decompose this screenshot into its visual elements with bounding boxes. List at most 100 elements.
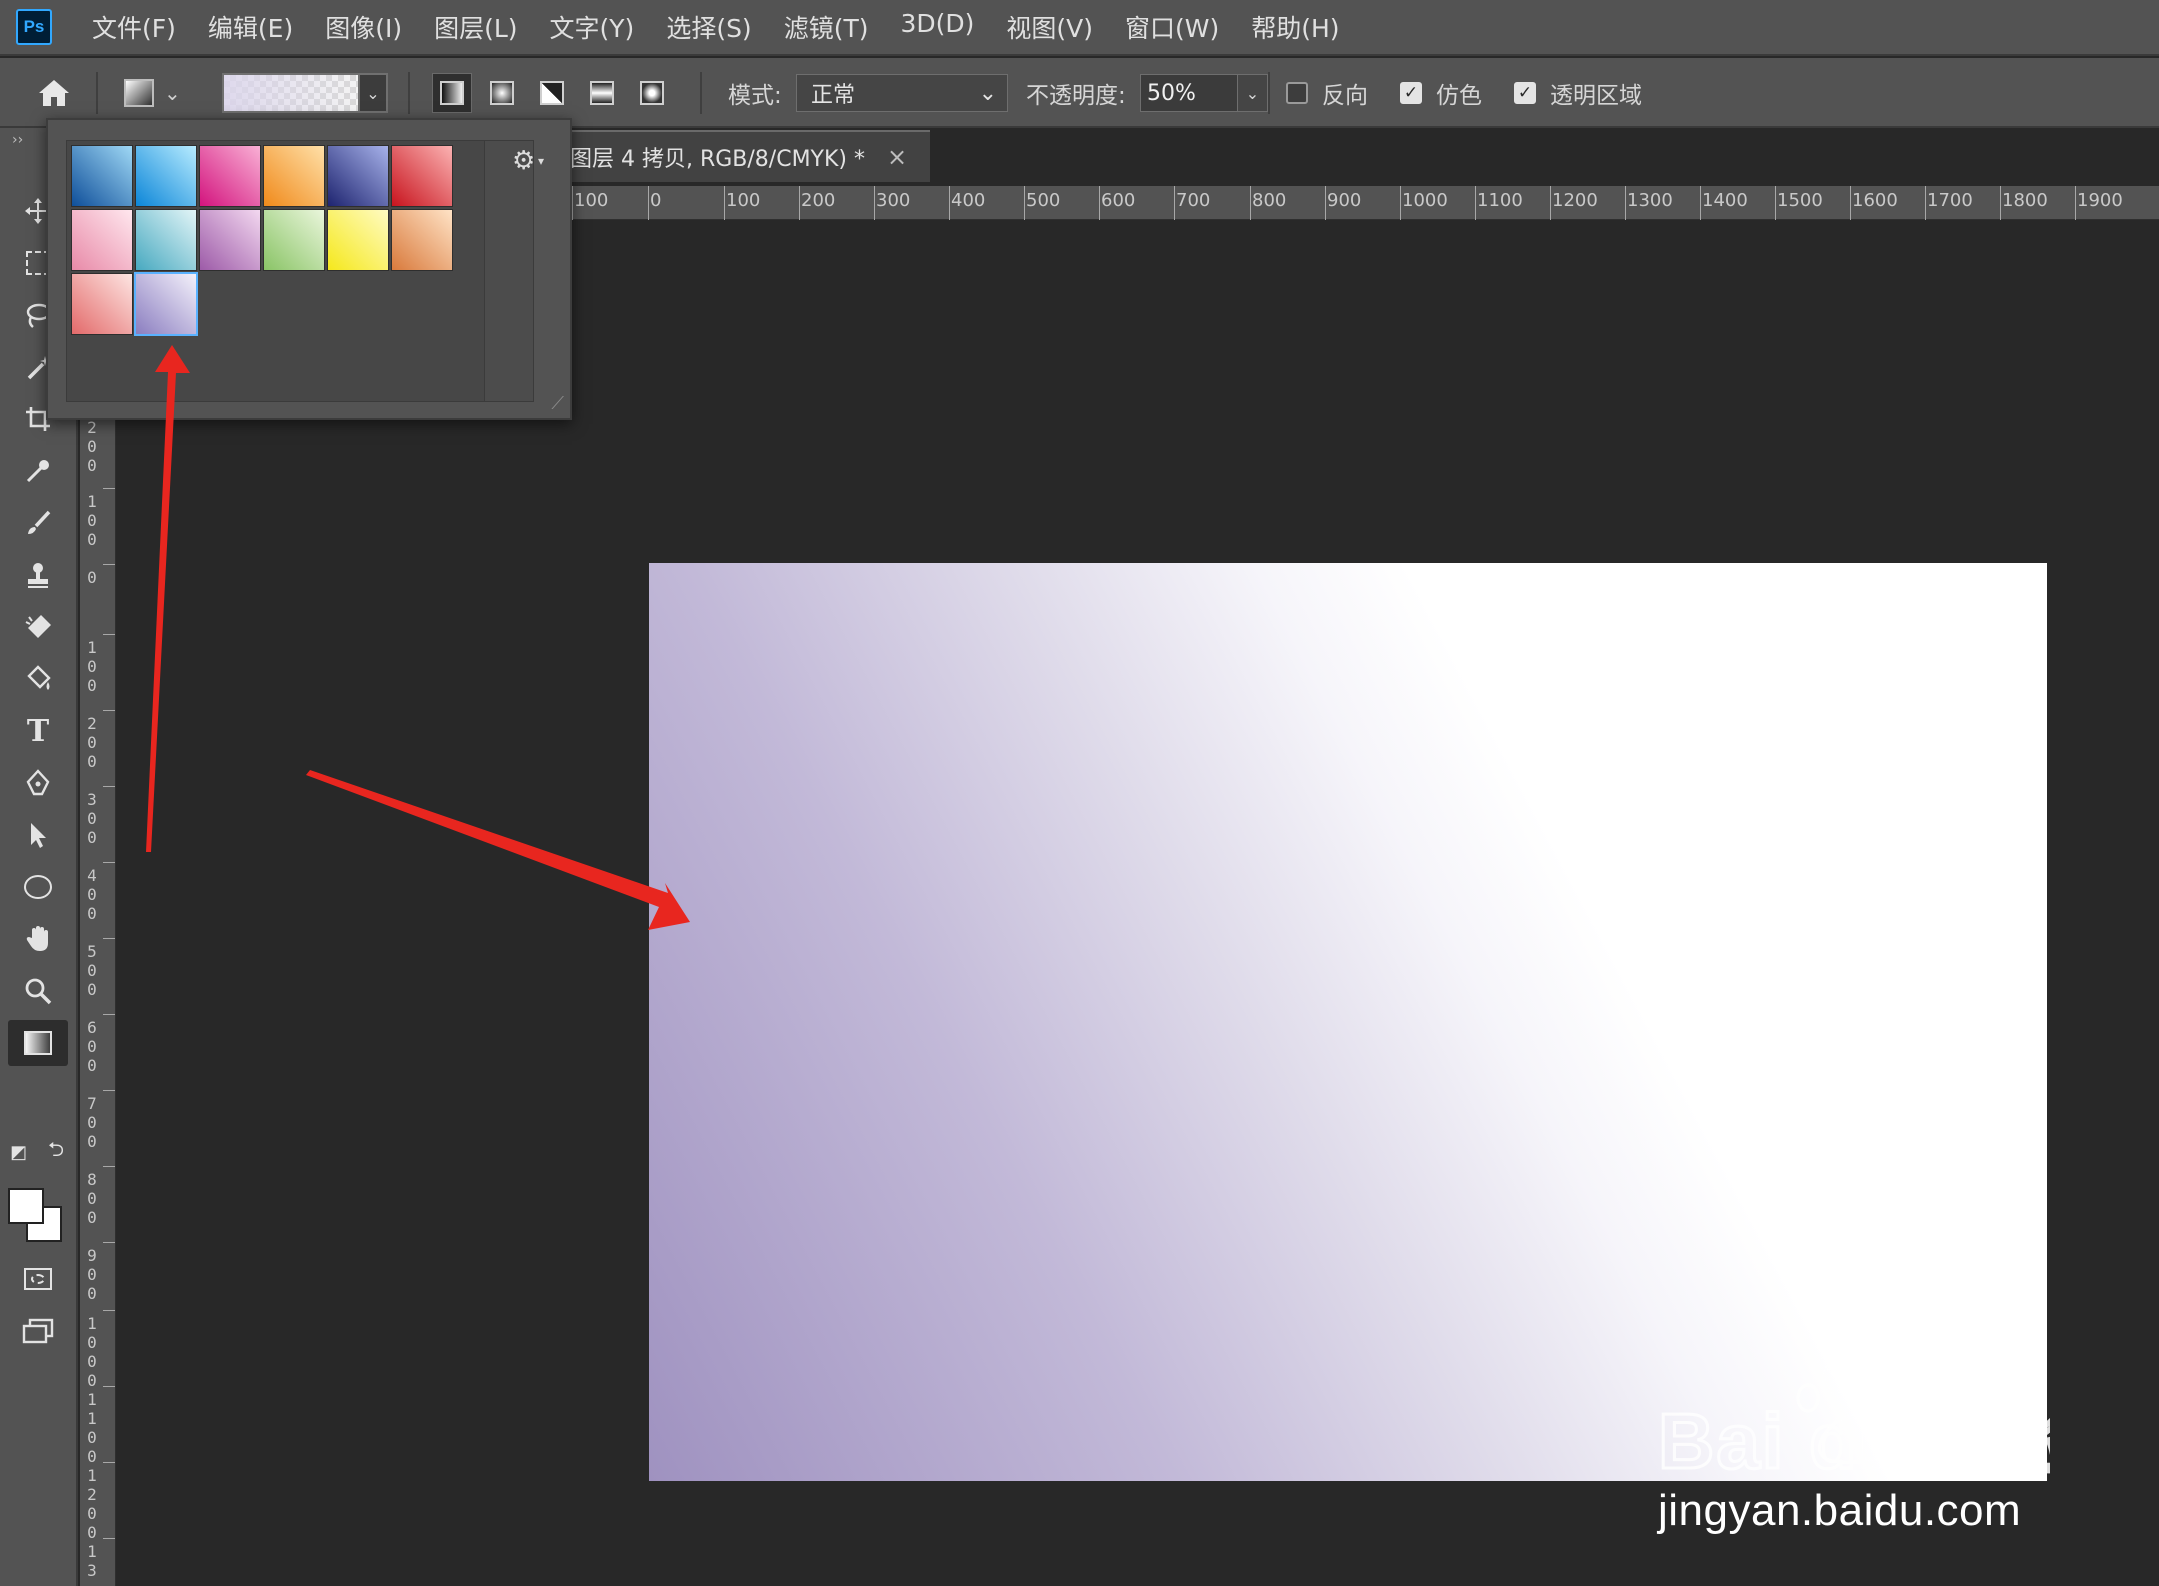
- photoshop-window: { "app": { "logo_text": "Ps" }, "menu": …: [0, 0, 2159, 1586]
- gradient-preset-purple[interactable]: [199, 209, 261, 271]
- gradient-preset-red[interactable]: [391, 145, 453, 207]
- gradient-preview[interactable]: [222, 73, 360, 113]
- paint-bucket-tool[interactable]: [8, 656, 68, 702]
- ruler-label: 1500: [1777, 190, 1823, 211]
- linear-gradient-button[interactable]: [432, 73, 472, 113]
- swap-colors-icon: ⮌: [47, 1137, 64, 1161]
- photoshop-logo[interactable]: Ps: [16, 9, 52, 45]
- clone-stamp-tool[interactable]: [8, 552, 68, 598]
- menu-help[interactable]: 帮助(H): [1251, 9, 1339, 45]
- ruler-label: 100: [87, 492, 97, 549]
- hand-tool[interactable]: [8, 916, 68, 962]
- ruler-tick: [103, 1166, 115, 1167]
- document-tab[interactable]: 图层 4 拷贝, RGB/8/CMYK) * ×: [570, 130, 930, 182]
- eyedropper-tool[interactable]: [8, 448, 68, 494]
- gradient-preset-copper[interactable]: [391, 209, 453, 271]
- ruler-label: 1900: [2077, 190, 2123, 211]
- menu-select[interactable]: 选择(S): [666, 9, 751, 45]
- reflected-gradient-button[interactable]: [582, 73, 622, 113]
- gradient-preset-navy[interactable]: [327, 145, 389, 207]
- gradient-tool[interactable]: [8, 1020, 68, 1066]
- ruler-label: 1600: [1852, 190, 1898, 211]
- resize-grip-icon[interactable]: ⟋: [551, 393, 564, 414]
- menu-type[interactable]: 文字(Y): [550, 9, 635, 45]
- gradient-preset-green[interactable]: [263, 209, 325, 271]
- transparency-option[interactable]: ✓ 透明区域: [1514, 58, 1642, 128]
- ellipse-tool[interactable]: [8, 864, 68, 910]
- gradient-preset-blue[interactable]: [71, 145, 133, 207]
- ruler-label: 100: [726, 190, 761, 211]
- gradient-preset-coral[interactable]: [71, 273, 133, 335]
- reverse-option[interactable]: 反向: [1286, 58, 1368, 128]
- ruler-label: 100: [574, 190, 609, 211]
- gradient-preset-yellow[interactable]: [327, 209, 389, 271]
- opacity-value: 50%: [1147, 80, 1196, 106]
- zoom-tool[interactable]: [8, 968, 68, 1014]
- dither-option[interactable]: ✓ 仿色: [1400, 58, 1482, 128]
- angle-gradient-button[interactable]: [532, 73, 572, 113]
- ruler-tick: [1625, 186, 1626, 220]
- watermark-url: jingyan.baidu.com: [1658, 1486, 2022, 1535]
- gradient-preset-magenta[interactable]: [199, 145, 261, 207]
- close-icon[interactable]: ×: [887, 143, 907, 171]
- chevron-down-icon: ⌄: [978, 80, 997, 106]
- menu-window[interactable]: 窗口(W): [1125, 9, 1219, 45]
- ruler-tick: [648, 186, 649, 220]
- ruler-tick: [1250, 186, 1251, 220]
- ruler-label: 700: [87, 1094, 97, 1151]
- swatch-scrollbar[interactable]: [484, 140, 534, 402]
- gradient-preset-pink[interactable]: [71, 209, 133, 271]
- ruler-label: 0: [87, 568, 97, 587]
- ruler-label: 900: [87, 1246, 97, 1303]
- ruler-label: 1200: [1552, 190, 1598, 211]
- menu-3d[interactable]: 3D(D): [900, 9, 974, 45]
- brush-icon: [28, 510, 51, 534]
- ruler-label: 1300: [1627, 190, 1673, 211]
- screen-mode-button[interactable]: [8, 1308, 68, 1354]
- reverse-checkbox[interactable]: [1286, 82, 1308, 104]
- arrow-pointer-icon: [31, 823, 46, 848]
- ruler-tick: [949, 186, 950, 220]
- menu-file[interactable]: 文件(F): [92, 9, 176, 45]
- radial-gradient-icon: [490, 81, 514, 105]
- ellipse-icon: [24, 875, 52, 899]
- gradient-picker-toggle[interactable]: ⌄: [360, 73, 388, 113]
- gradient-preset-lavender[interactable]: [134, 272, 198, 336]
- menu-layer[interactable]: 图层(L): [434, 9, 517, 45]
- ruler-tick: [103, 1014, 115, 1015]
- angle-gradient-icon: [540, 81, 564, 105]
- mode-select[interactable]: 正常 ⌄: [796, 74, 1008, 112]
- separator: [700, 72, 702, 114]
- vertical-ruler: 200 100 0 100 200 300 400 500 600 700 800 900 1000 11…: [80, 220, 116, 1586]
- eraser-tool[interactable]: [8, 604, 68, 650]
- foreground-color-swatch[interactable]: [8, 1188, 44, 1224]
- ruler-tick: [103, 1090, 115, 1091]
- diamond-gradient-icon: [640, 81, 664, 105]
- gear-icon[interactable]: ⚙: [512, 146, 535, 176]
- opacity-slider-toggle[interactable]: ⌄: [1238, 74, 1268, 112]
- menu-edit[interactable]: 编辑(E): [208, 9, 293, 45]
- swap-colors-button[interactable]: ⮌: [8, 1137, 68, 1166]
- document-canvas[interactable]: [649, 563, 2047, 1481]
- paint-bucket-icon: [27, 665, 51, 690]
- gradient-preset-cyan[interactable]: [135, 145, 197, 207]
- diamond-gradient-button[interactable]: [632, 73, 672, 113]
- menu-filter[interactable]: 滤镜(T): [784, 9, 869, 45]
- ruler-tick: [1325, 186, 1326, 220]
- collapse-panel-icon[interactable]: ››: [12, 132, 23, 148]
- path-selection-tool[interactable]: [8, 812, 68, 858]
- linear-gradient-icon: [440, 81, 464, 105]
- transparency-checkbox[interactable]: ✓: [1514, 82, 1536, 104]
- dither-checkbox[interactable]: ✓: [1400, 82, 1422, 104]
- menu-image[interactable]: 图像(I): [325, 9, 402, 45]
- opacity-input[interactable]: 50%: [1140, 74, 1238, 112]
- ruler-label: 800: [87, 1170, 97, 1227]
- gradient-preset-teal[interactable]: [135, 209, 197, 271]
- brush-tool[interactable]: [8, 500, 68, 546]
- type-tool[interactable]: T: [8, 708, 68, 754]
- pen-tool[interactable]: [8, 760, 68, 806]
- gradient-preset-orange[interactable]: [263, 145, 325, 207]
- radial-gradient-button[interactable]: [482, 73, 522, 113]
- menu-view[interactable]: 视图(V): [1006, 9, 1093, 45]
- quick-mask-button[interactable]: [8, 1256, 68, 1302]
